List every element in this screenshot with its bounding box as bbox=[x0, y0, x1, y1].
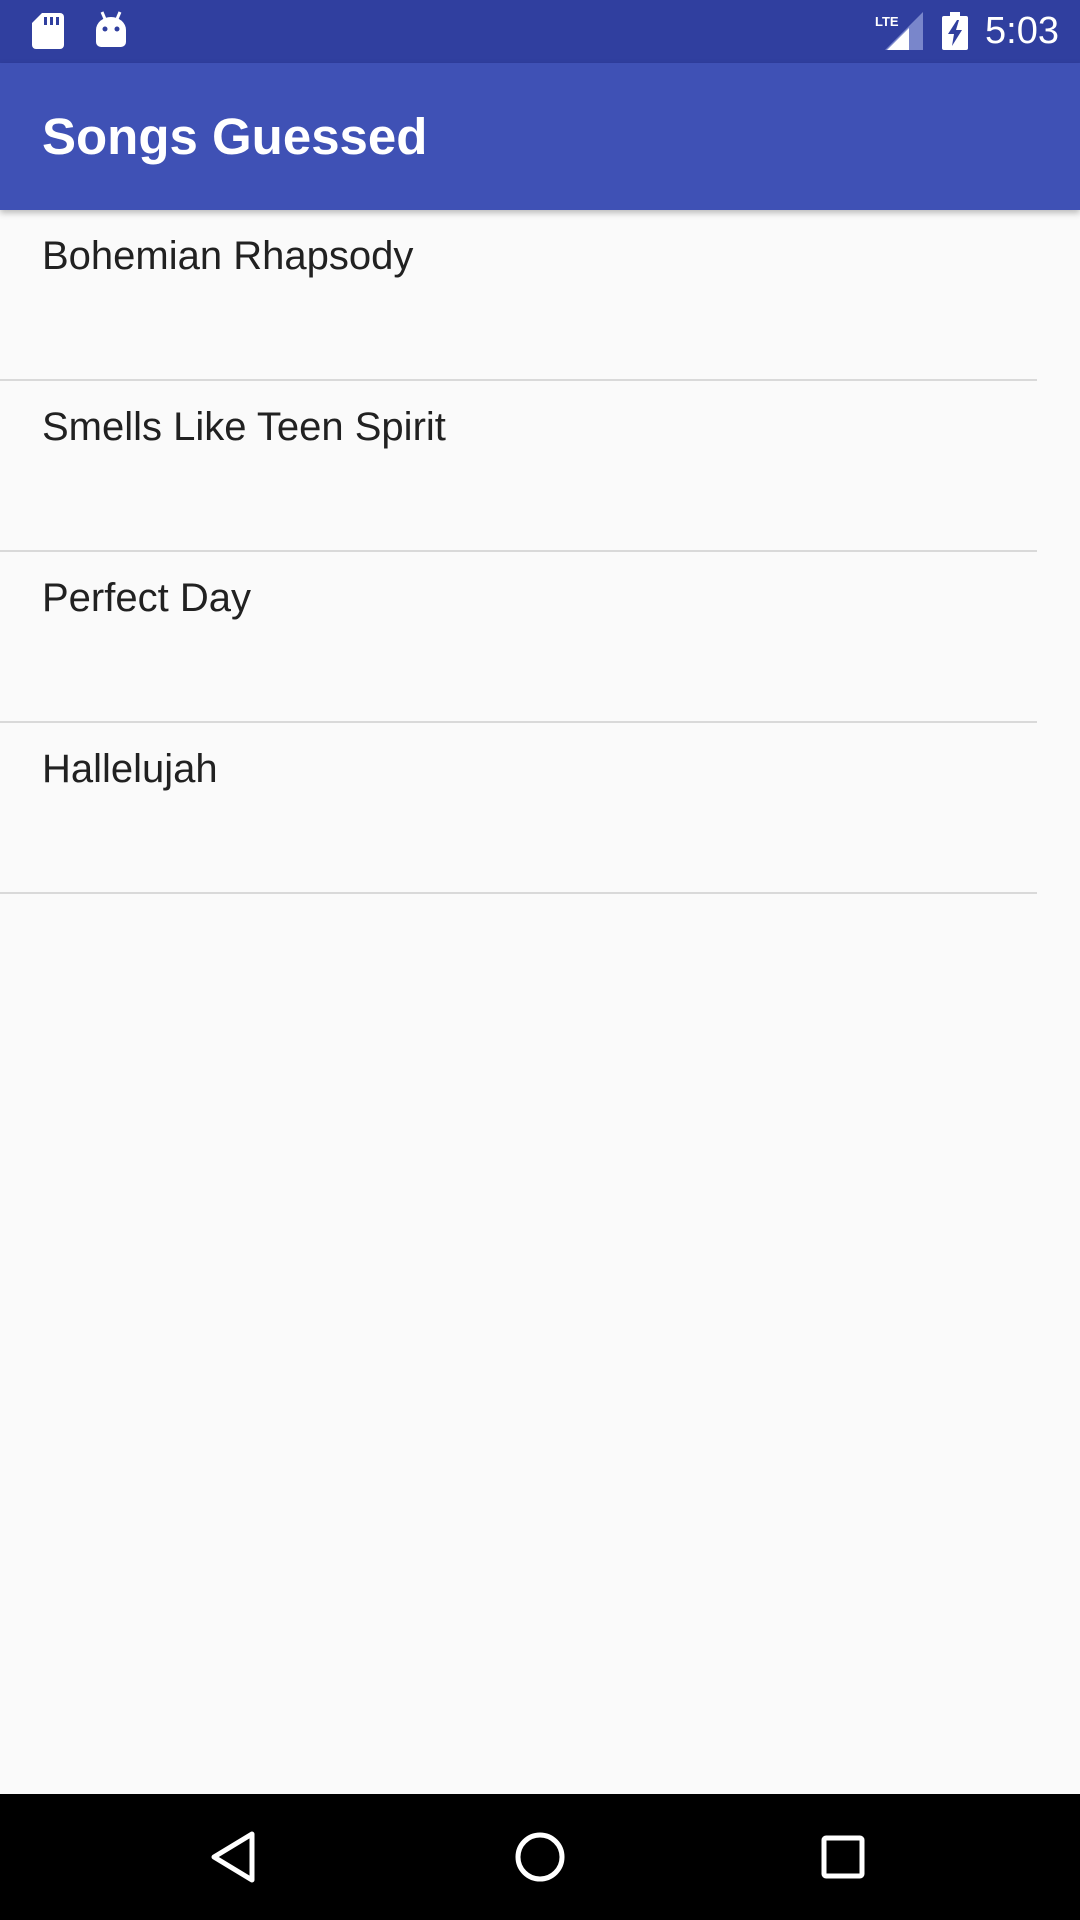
song-title: Smells Like Teen Spirit bbox=[42, 405, 446, 449]
status-bar: LTE 5:03 bbox=[0, 0, 1080, 63]
home-icon[interactable] bbox=[505, 1822, 575, 1892]
lte-label: LTE bbox=[875, 14, 899, 29]
screen: LTE 5:03 Songs Guessed Bohemian Rhapsody… bbox=[0, 0, 1080, 1920]
song-title: Hallelujah bbox=[42, 747, 218, 791]
status-clock: 5:03 bbox=[985, 10, 1059, 52]
song-title: Bohemian Rhapsody bbox=[42, 234, 414, 278]
song-title: Perfect Day bbox=[42, 576, 251, 620]
lte-signal-icon: LTE bbox=[875, 12, 923, 50]
app-bar: Songs Guessed bbox=[0, 63, 1080, 210]
android-debug-icon bbox=[96, 11, 126, 47]
page-title: Songs Guessed bbox=[42, 108, 428, 165]
sd-card-icon bbox=[32, 13, 64, 49]
song-list: Bohemian Rhapsody Smells Like Teen Spiri… bbox=[0, 210, 1037, 894]
list-item[interactable]: Bohemian Rhapsody bbox=[0, 210, 1037, 381]
list-item[interactable]: Smells Like Teen Spirit bbox=[0, 381, 1037, 552]
battery-charging-icon bbox=[942, 12, 968, 50]
navigation-bar bbox=[0, 1794, 1080, 1920]
list-item[interactable]: Perfect Day bbox=[0, 552, 1037, 723]
back-icon[interactable] bbox=[200, 1822, 270, 1892]
recents-icon[interactable] bbox=[808, 1822, 878, 1892]
list-item[interactable]: Hallelujah bbox=[0, 723, 1037, 894]
